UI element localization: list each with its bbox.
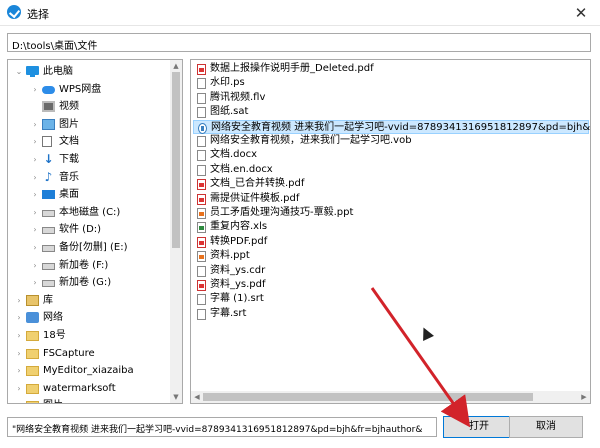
red-arrow-line [370, 287, 471, 428]
annotation-arrow [370, 287, 471, 428]
